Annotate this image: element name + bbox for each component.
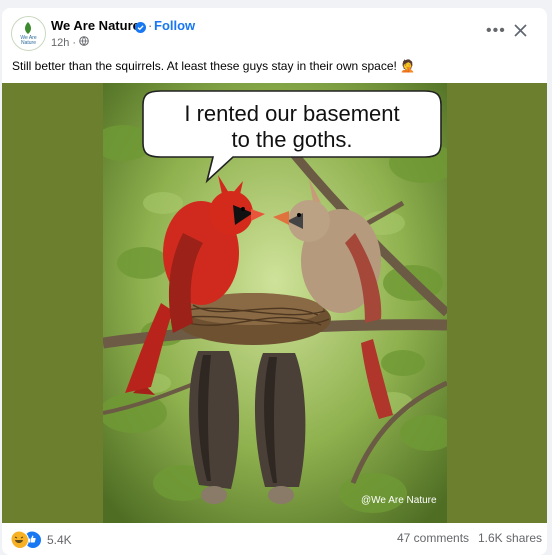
separator-dot: · [148,18,153,33]
verified-badge-icon [135,20,146,38]
page-name[interactable]: We Are Nature [51,18,140,33]
comments-count[interactable]: 47 comments [397,531,469,545]
speech-bubble-line-2: to the goths. [231,127,352,152]
avatar-text-2: Nature [21,40,36,46]
reactions-summary[interactable]: 5.4K [11,531,72,549]
image-watermark: @We Are Nature [361,495,437,506]
page-avatar[interactable]: We Are Nature [11,16,46,51]
post-header: We Are Nature We Are Nature · Follow 12h… [2,8,547,58]
post-caption: Still better than the squirrels. At leas… [12,59,416,73]
post-card: We Are Nature We Are Nature · Follow 12h… [2,8,547,555]
post-image[interactable]: I rented our basement to the goths. @We … [103,83,447,523]
post-footer: 5.4K 47 comments 1.6K shares [2,523,547,555]
post-time[interactable]: 12h [51,37,69,49]
follow-button[interactable]: Follow [154,18,195,33]
speech-bubble-line-1: I rented our basement [184,101,399,126]
shares-count[interactable]: 1.6K shares [478,531,542,545]
post-meta: 12h · [51,36,89,49]
haha-icon [11,531,29,549]
close-icon[interactable] [514,24,527,42]
more-options-icon[interactable]: ••• [486,22,506,40]
globe-icon [79,36,89,49]
reaction-count: 5.4K [47,533,72,547]
